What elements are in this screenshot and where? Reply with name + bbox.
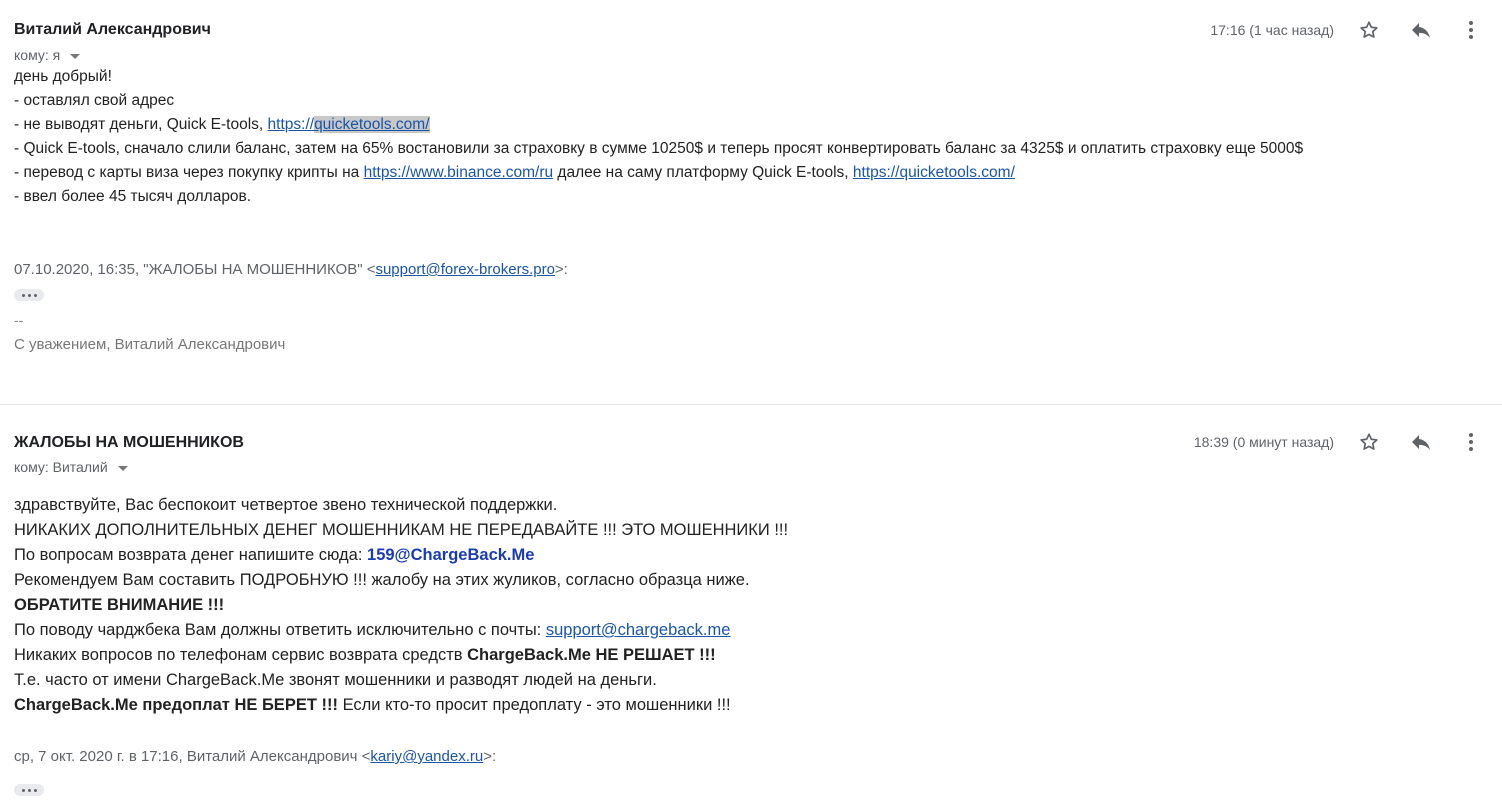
body-line: НИКАКИХ ДОПОЛНИТЕЛЬНЫХ ДЕНЕГ МОШЕННИКАМ … bbox=[14, 521, 789, 539]
star-icon[interactable] bbox=[1354, 15, 1384, 45]
body-line: - перевод с карты виза через покупку кри… bbox=[14, 164, 1015, 181]
sender-name[interactable]: Виталий Александрович bbox=[14, 21, 211, 39]
message-2: ЖАЛОБЫ НА МОШЕННИКОВ кому: Виталий 18:39… bbox=[0, 405, 1502, 804]
body-line: Никаких вопросов по телефонам сервис воз… bbox=[14, 646, 716, 664]
body-line: - ввел более 45 тысяч долларов. bbox=[14, 188, 252, 205]
body-line: - не выводят деньги, Quick E-tools, http… bbox=[14, 116, 430, 133]
body-line: По вопросам возврата денег напишите сюда… bbox=[14, 546, 535, 564]
show-trimmed-content-button[interactable] bbox=[14, 784, 44, 796]
message-body: день добрый! - оставлял свой адрес - не … bbox=[14, 65, 1303, 209]
ellipsis-icon bbox=[21, 788, 25, 792]
message-body: здравствуйте, Вас беспокоит четвертое зв… bbox=[14, 493, 788, 718]
recipient-label: кому: я bbox=[14, 47, 61, 63]
support-chargeback-link[interactable]: support@chargeback.me bbox=[546, 621, 731, 639]
recipient-toggle[interactable]: кому: я bbox=[14, 47, 81, 63]
body-line: день добрый! bbox=[14, 68, 112, 85]
message-time: 17:16 (1 час назад) bbox=[1210, 22, 1334, 38]
recipient-toggle[interactable]: кому: Виталий bbox=[14, 459, 128, 475]
recipient-label: кому: Виталий bbox=[14, 459, 108, 475]
chevron-down-icon[interactable] bbox=[70, 53, 81, 59]
quote-header: ср, 7 окт. 2020 г. в 17:16, Виталий Алек… bbox=[14, 748, 497, 765]
body-line: здравствуйте, Вас беспокоит четвертое зв… bbox=[14, 496, 558, 514]
signature: С уважением, Виталий Александрович bbox=[14, 336, 286, 353]
quicketools-link-2[interactable]: https://quicketools.com/ bbox=[853, 164, 1015, 181]
chargeback-email[interactable]: 159@ChargeBack.Me bbox=[367, 546, 534, 564]
message-time: 18:39 (0 минут назад) bbox=[1193, 434, 1334, 450]
binance-link[interactable]: https://www.binance.com/ru bbox=[364, 164, 554, 181]
reply-icon[interactable] bbox=[1406, 15, 1436, 45]
quicketools-link[interactable]: https://quicketools.com/ bbox=[268, 116, 430, 133]
quote-email-link[interactable]: kariy@yandex.ru bbox=[370, 748, 483, 765]
body-line: Т.е. часто от имени ChargeBack.Me звонят… bbox=[14, 671, 657, 689]
ellipsis-icon bbox=[21, 293, 25, 297]
body-line: ОБРАТИТЕ ВНИМАНИЕ !!! bbox=[14, 596, 225, 614]
sender-name[interactable]: ЖАЛОБЫ НА МОШЕННИКОВ bbox=[14, 434, 244, 452]
body-line: Рекомендуем Вам составить ПОДРОБНУЮ !!! … bbox=[14, 571, 750, 589]
body-line: ChargeBack.Me предоплат НЕ БЕРЕТ !!! Есл… bbox=[14, 696, 731, 714]
more-vert-icon[interactable] bbox=[1456, 427, 1486, 457]
signature-separator: -- bbox=[14, 312, 24, 328]
quote-email-link[interactable]: support@forex-brokers.pro bbox=[375, 261, 554, 278]
more-vert-icon[interactable] bbox=[1456, 15, 1486, 45]
star-icon[interactable] bbox=[1354, 427, 1384, 457]
show-trimmed-content-button[interactable] bbox=[14, 289, 44, 301]
quote-header: 07.10.2020, 16:35, "ЖАЛОБЫ НА МОШЕННИКОВ… bbox=[14, 261, 568, 278]
message-1: Виталий Александрович кому: я 17:16 (1 ч… bbox=[0, 0, 1502, 404]
reply-icon[interactable] bbox=[1406, 427, 1436, 457]
body-line: - оставлял свой адрес bbox=[14, 92, 175, 109]
chevron-down-icon[interactable] bbox=[117, 465, 128, 471]
body-line: По поводу чарджбека Вам должны ответить … bbox=[14, 621, 731, 639]
body-line: - Quick E-tools, сначало слили баланс, з… bbox=[14, 140, 1304, 157]
